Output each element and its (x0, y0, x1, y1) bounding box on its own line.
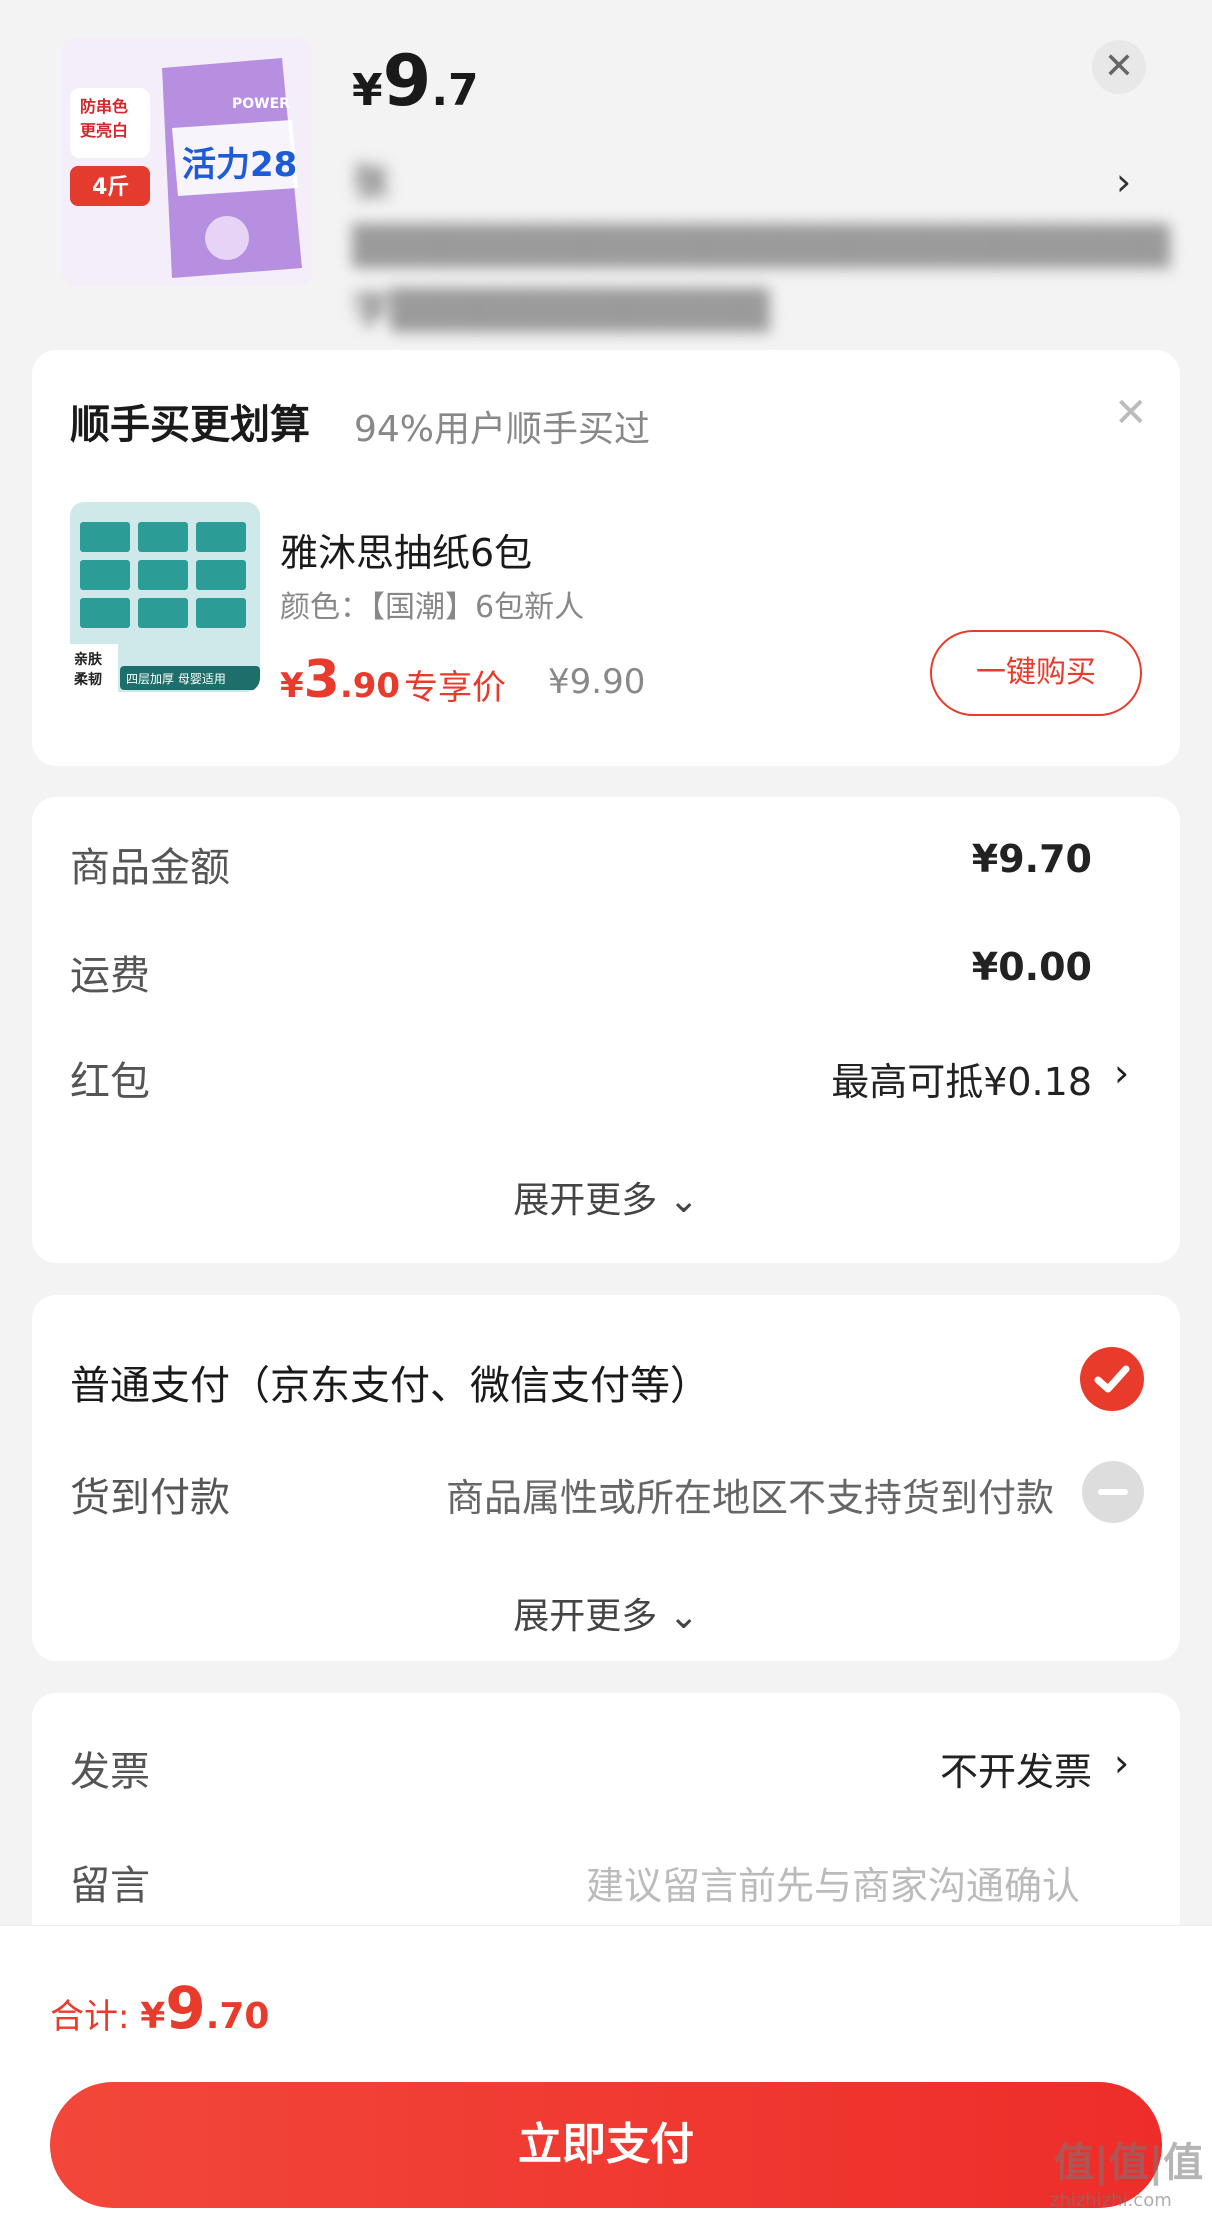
check-icon[interactable] (1080, 1347, 1144, 1411)
svg-text:柔韧: 柔韧 (73, 671, 102, 688)
product-title-line2: 字▒▒▒▒▒▒▒▒▒▒▒▒▒ (352, 288, 770, 332)
svg-text:亲肤: 亲肤 (74, 651, 103, 668)
product-price: ¥9.7 (352, 40, 479, 122)
svg-text:更亮白: 更亮白 (80, 121, 128, 140)
amount-card: 商品金额 ¥9.70 运费 ¥0.00 红包 最高可抵¥0.18 › 展开更多 … (32, 797, 1180, 1263)
expand-more-button[interactable]: 展开更多 ⌄ (32, 1587, 1180, 1639)
goods-amount-label: 商品金额 (70, 845, 230, 891)
upsell-price: ¥3.90 (280, 650, 400, 710)
expand-more-button[interactable]: 展开更多 ⌄ (32, 1171, 1180, 1223)
exclusive-price-label: 专享价 (404, 668, 506, 708)
product-title-blurred[interactable]: 张▒▒▒▒▒▒▒▒▒▒▒▒▒▒▒▒▒▒▒▒▒▒▒▒▒▒▒▒ 字▒▒▒▒▒▒▒▒▒… (352, 150, 1171, 342)
cod-unavailable-note: 商品属性或所在地区不支持货到付款 (445, 1476, 1054, 1520)
price-symbol: ¥ (352, 65, 383, 116)
total-amount: 合计: ¥9.70 (50, 1974, 269, 2042)
product-header: 防串色 更亮白 4斤 活力28 POWER ¥9.7 ✕ 张▒▒▒▒▒▒▒▒▒▒… (0, 0, 1212, 332)
upsell-item-image[interactable]: 亲肤 柔韧 四层加厚 母婴适用 (70, 502, 260, 692)
cod-option-label: 货到付款 (70, 1475, 230, 1521)
svg-text:四层加厚 母婴适用: 四层加厚 母婴适用 (126, 672, 226, 686)
price-integer: 9 (382, 40, 432, 122)
red-packet-value[interactable]: 最高可抵¥0.18 (831, 1051, 1092, 1106)
original-price: ¥9.90 (548, 662, 646, 702)
upsell-title: 顺手买更划算 (70, 402, 310, 448)
price-decimal: .70 (205, 1996, 270, 2037)
pay-now-button[interactable]: 立即支付 (50, 2082, 1162, 2208)
checkout-bar: 合计: ¥9.70 立即支付 (0, 1925, 1212, 2217)
disabled-icon (1082, 1461, 1144, 1523)
normal-payment-option[interactable]: 普通支付（京东支付、微信支付等） (70, 1353, 710, 1411)
price-integer: 3 (303, 650, 340, 710)
payment-card: 普通支付（京东支付、微信支付等） 货到付款 商品属性或所在地区不支持货到付款 展… (32, 1295, 1180, 1661)
upsell-item-name[interactable]: 雅沐思抽纸6包 (280, 522, 532, 577)
shipping-value: ¥0.00 (971, 945, 1092, 989)
shipping-label: 运费 (70, 953, 150, 999)
chevron-right-icon[interactable]: › (1116, 160, 1131, 204)
svg-text:防串色: 防串色 (80, 97, 128, 116)
message-label: 留言 (70, 1863, 150, 1909)
product-title-line1: 张▒▒▒▒▒▒▒▒▒▒▒▒▒▒▒▒▒▒▒▒▒▒▒▒▒▒▒▒ (352, 160, 1171, 268)
invoice-value[interactable]: 不开发票 (940, 1741, 1092, 1796)
one-click-buy-button[interactable]: 一键购买 (930, 630, 1142, 716)
invoice-label[interactable]: 发票 (70, 1739, 150, 1797)
upsell-subtitle: 94%用户顺手买过 (354, 409, 651, 450)
product-thumbnail[interactable]: 防串色 更亮白 4斤 活力28 POWER (62, 38, 312, 286)
svg-text:活力28: 活力28 (182, 145, 297, 185)
close-icon[interactable]: ✕ (1114, 390, 1148, 436)
invoice-card: 发票 不开发票 › 留言 建议留言前先与商家沟通确认 (32, 1693, 1180, 1943)
chevron-right-icon[interactable]: › (1114, 1051, 1129, 1095)
goods-amount-value: ¥9.70 (971, 837, 1092, 881)
price-decimal: .7 (431, 65, 479, 116)
watermark-url: zhizhizhi.com (1050, 2190, 1172, 2211)
svg-text:POWER: POWER (232, 96, 290, 112)
total-label: 合计: (50, 1997, 141, 2037)
upsell-card: 顺手买更划算 94%用户顺手买过 ✕ 亲肤 柔韧 四层加厚 母婴适用 雅沐思抽纸… (32, 350, 1180, 766)
red-packet-label[interactable]: 红包 (70, 1049, 150, 1107)
price-symbol: ¥ (140, 1996, 166, 2037)
price-decimal: .90 (339, 666, 401, 706)
price-symbol: ¥ (280, 666, 304, 706)
close-icon[interactable]: ✕ (1092, 40, 1146, 94)
svg-text:4斤: 4斤 (92, 175, 129, 200)
chevron-right-icon[interactable]: › (1114, 1741, 1129, 1785)
watermark-logo: 值|值|值 (1054, 2140, 1204, 2186)
price-integer: 9 (165, 1974, 206, 2042)
message-input[interactable]: 建议留言前先与商家沟通确认 (586, 1855, 1080, 1910)
upsell-item-spec: 颜色：【国潮】6包新人 (280, 590, 585, 625)
